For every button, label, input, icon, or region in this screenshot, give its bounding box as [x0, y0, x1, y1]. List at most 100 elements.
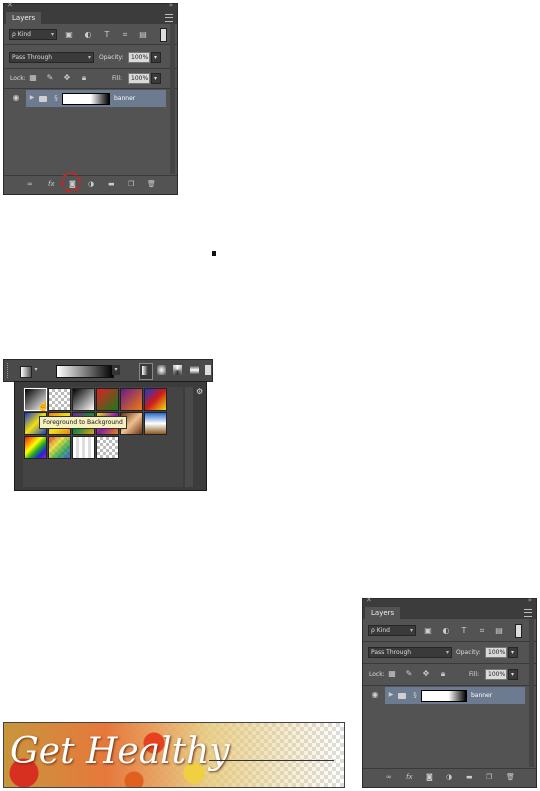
trash-icon[interactable]: 🗑︎	[506, 773, 515, 781]
lock-position-icon[interactable]: ✥	[62, 73, 72, 83]
fill-dropdown[interactable]: ▾	[151, 73, 161, 84]
lock-label: Lock:	[10, 75, 26, 82]
fx-icon[interactable]: fx	[48, 180, 55, 188]
gradient-swatch-black-white[interactable]	[72, 388, 95, 411]
layer-mask-thumbnail[interactable]	[421, 690, 467, 702]
opacity-dropdown[interactable]: ▾	[151, 52, 161, 63]
fill-label: Fill:	[112, 75, 123, 82]
fill-field[interactable]: 100%	[485, 669, 507, 680]
opacity-field[interactable]: 100%	[485, 647, 507, 658]
gradient-drag-line	[209, 760, 334, 761]
diamond-gradient-icon[interactable]	[205, 365, 211, 375]
fill-dropdown[interactable]: ▾	[508, 669, 518, 680]
filter-pixel-icon[interactable]: ▣	[423, 626, 433, 636]
gradient-swatch-violet-orange[interactable]	[120, 388, 143, 411]
close-icon[interactable]: ✕	[7, 1, 13, 9]
eye-icon[interactable]: ◉	[368, 690, 382, 700]
chevron-down-icon: ▾	[50, 31, 54, 38]
gear-icon[interactable]: ⚙	[196, 387, 203, 396]
blend-mode-select[interactable]: Pass Through ▾	[368, 647, 452, 658]
layer-row-banner[interactable]: ▶ § banner	[26, 90, 166, 107]
gradient-swatch-blue-red-yellow[interactable]	[144, 388, 167, 411]
expand-arrow-icon[interactable]: ▶	[388, 690, 394, 700]
gradient-swatch-chrome[interactable]	[144, 412, 167, 435]
panel-menu-icon[interactable]	[165, 14, 173, 22]
mask-link-icon[interactable]: §	[52, 93, 60, 103]
radial-gradient-icon[interactable]	[157, 365, 166, 375]
filter-shape-icon[interactable]: ⌗	[477, 626, 487, 636]
fx-icon[interactable]: fx	[406, 773, 413, 781]
filter-toggle-icon[interactable]	[160, 28, 167, 42]
lock-all-icon[interactable]: 🔒︎	[438, 669, 448, 679]
panel-tab-bar: Layers	[4, 11, 177, 24]
gradient-swatch-red-green[interactable]	[96, 388, 119, 411]
lock-position-icon[interactable]: ✥	[421, 669, 431, 679]
scrollbar[interactable]	[170, 24, 175, 174]
link-icon[interactable]: ∞	[27, 180, 33, 188]
panel-tab-bar: Layers	[363, 606, 536, 619]
close-icon[interactable]: ✕	[366, 596, 372, 604]
gradient-swatch-transparent-stripes[interactable]	[72, 436, 95, 459]
kind-filter-select[interactable]: ρ Kind ▾	[368, 625, 416, 636]
collapse-icon[interactable]: »	[169, 1, 173, 9]
opacity-dropdown[interactable]: ▾	[508, 647, 518, 658]
grip[interactable]	[7, 363, 10, 378]
panel-menu-icon[interactable]	[524, 609, 532, 617]
expand-arrow-icon[interactable]: ▶	[29, 93, 35, 103]
filter-smart-object-icon[interactable]: ▤	[494, 626, 504, 636]
linear-gradient-icon[interactable]	[139, 363, 153, 380]
highlight-ring	[61, 172, 81, 192]
add-mask-icon[interactable]: ◙	[426, 773, 433, 781]
reflected-gradient-icon[interactable]	[190, 365, 199, 375]
adjustment-icon[interactable]: ◑	[446, 773, 452, 781]
gradient-swatch-checker[interactable]	[96, 436, 119, 459]
new-layer-icon[interactable]: ❐	[486, 773, 492, 781]
gradient-preview[interactable]	[56, 365, 114, 378]
gradient-swatch-fg-transparent[interactable]	[48, 388, 71, 411]
lock-pixels-icon[interactable]: ✎	[404, 669, 414, 679]
layer-mask-thumbnail[interactable]	[62, 93, 110, 105]
mask-link-icon[interactable]: §	[411, 690, 419, 700]
kind-filter-select[interactable]: ρ Kind ▾	[9, 29, 57, 40]
blend-mode-value: Pass Through	[12, 54, 53, 61]
panel-title-bar[interactable]: ✕ »	[363, 596, 536, 606]
layer-row-banner[interactable]: ▶ § banner	[385, 687, 525, 704]
chevron-down-icon[interactable]: ▾	[33, 365, 39, 375]
layers-panel-top: ✕ » Layers ρ Kind ▾ ▣ ◐ T ⌗ ▤ Pass Throu…	[3, 1, 178, 195]
adjustment-icon[interactable]: ◑	[88, 180, 94, 188]
panel-title-bar[interactable]: ✕ »	[4, 1, 177, 11]
gradient-icon[interactable]	[20, 366, 32, 378]
tab-layers[interactable]: Layers	[6, 12, 42, 24]
scrollbar[interactable]	[529, 619, 534, 767]
fill-field[interactable]: 100%	[128, 73, 150, 84]
eye-icon[interactable]: ◉	[9, 93, 23, 103]
trash-icon[interactable]: 🗑︎	[147, 180, 156, 188]
new-group-icon[interactable]: ▬	[108, 180, 115, 188]
divider	[4, 68, 177, 69]
filter-adjustment-icon[interactable]: ◐	[441, 626, 451, 636]
lock-pixels-icon[interactable]: ✎	[45, 73, 55, 83]
collapse-icon[interactable]: »	[528, 596, 532, 604]
tab-layers[interactable]: Layers	[365, 607, 401, 619]
lock-all-icon[interactable]: 🔒︎	[79, 73, 89, 83]
chevron-down-icon[interactable]: ▾	[112, 365, 120, 375]
gradient-swatch-transparent-rainbow[interactable]	[48, 436, 71, 459]
lock-transparent-icon[interactable]: ▦	[387, 669, 397, 679]
blend-mode-select[interactable]: Pass Through ▾	[9, 52, 94, 63]
filter-type-icon[interactable]: T	[459, 626, 469, 636]
gradient-swatch-spectrum[interactable]	[24, 436, 47, 459]
filter-smart-object-icon[interactable]: ▤	[138, 30, 148, 40]
filter-toggle-icon[interactable]	[515, 624, 522, 638]
lock-transparent-icon[interactable]: ▦	[28, 73, 38, 83]
filter-pixel-icon[interactable]: ▣	[64, 30, 74, 40]
new-layer-icon[interactable]: ❐	[128, 180, 134, 188]
angle-gradient-icon[interactable]	[173, 365, 182, 375]
link-icon[interactable]: ∞	[386, 773, 392, 781]
new-group-icon[interactable]: ▬	[466, 773, 473, 781]
opacity-label: Opacity:	[456, 649, 481, 656]
opacity-field[interactable]: 100%	[128, 52, 150, 63]
popup-scrollbar[interactable]	[185, 387, 193, 487]
filter-shape-icon[interactable]: ⌗	[120, 30, 130, 40]
filter-type-icon[interactable]: T	[102, 30, 112, 40]
filter-adjustment-icon[interactable]: ◐	[83, 30, 93, 40]
